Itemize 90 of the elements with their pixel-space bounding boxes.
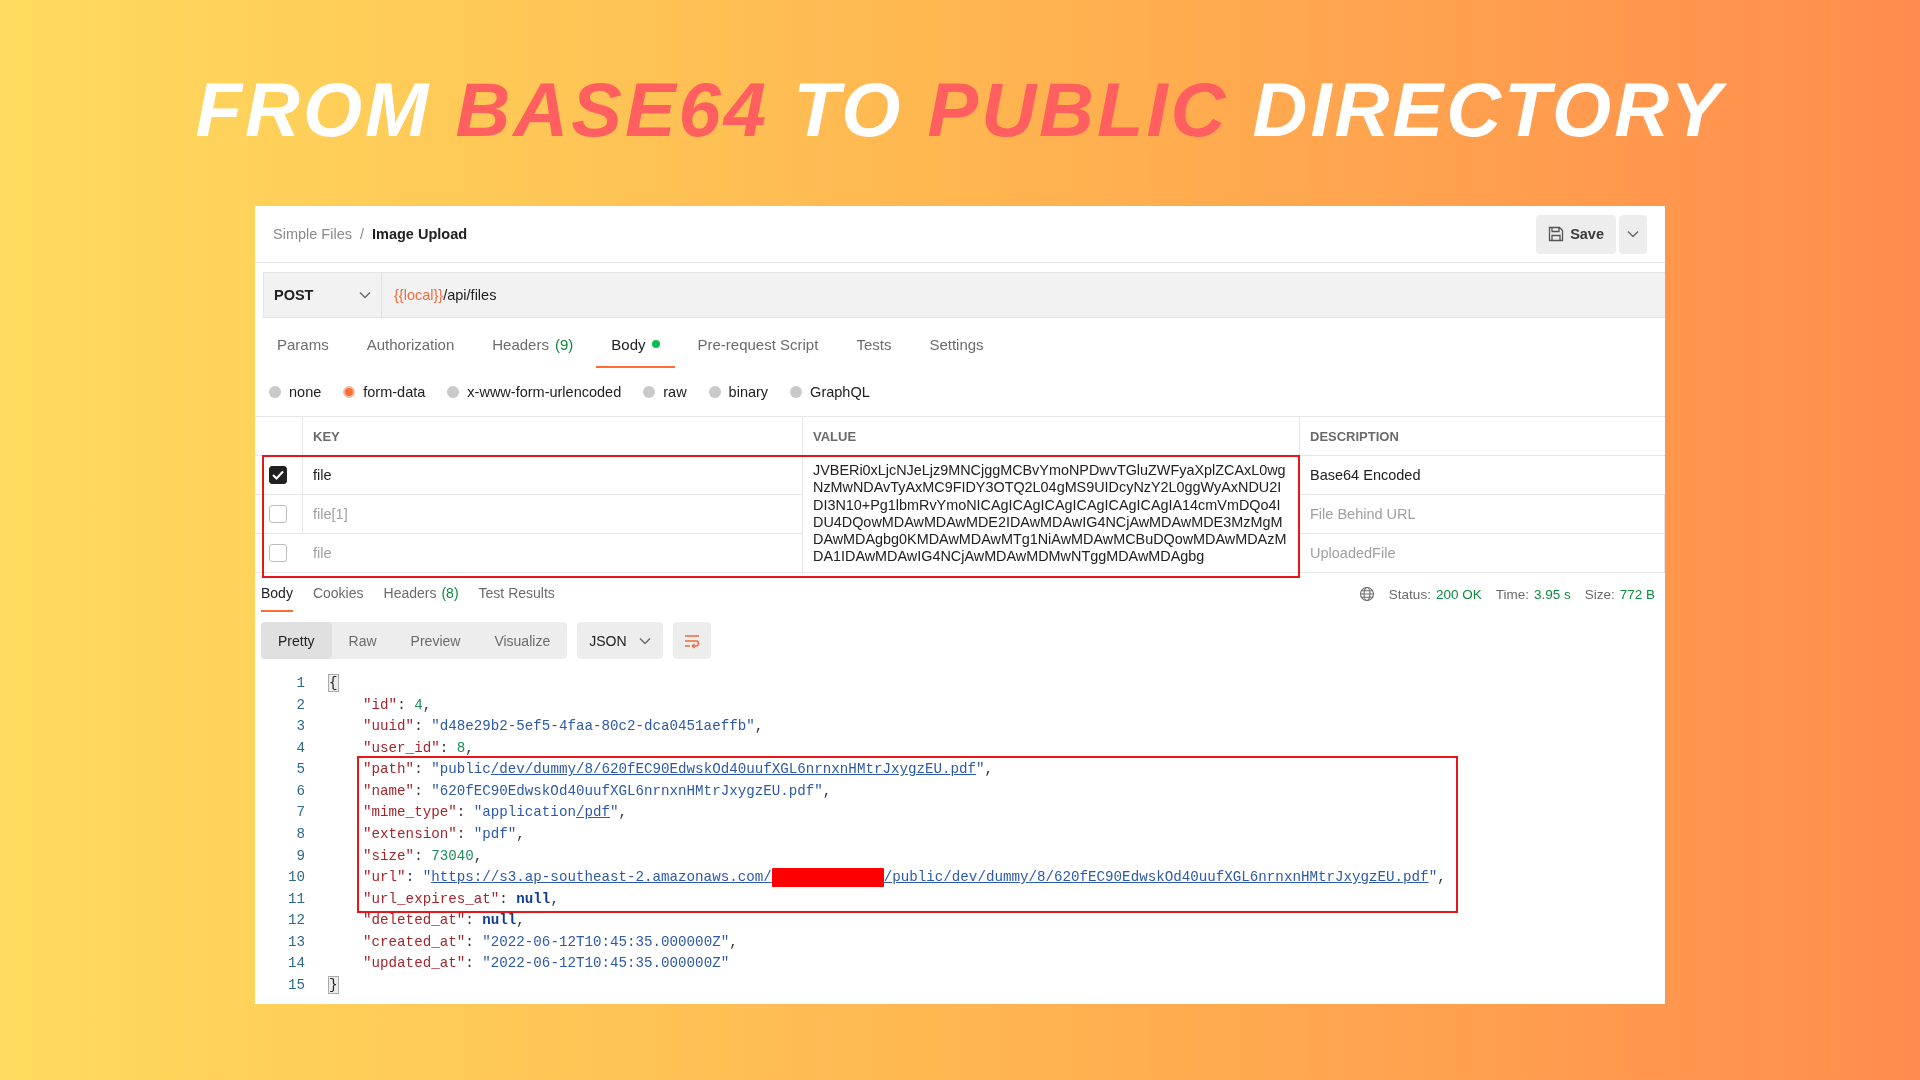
- view-mode-button[interactable]: Raw: [331, 622, 394, 659]
- column-header: VALUE: [803, 417, 1300, 456]
- code-text: "url": "https://s3.ap-southeast-2.amazonaws.com/: [362, 868, 772, 888]
- status-label: Size:: [1584, 586, 1615, 602]
- code-text: "name": "620fEC90EdwskOd40uufXGL6nrnxnHMtrJxygzEU.pdf",: [362, 781, 832, 801]
- status-value: 772 B: [1619, 586, 1655, 602]
- caret-icon: [1627, 230, 1639, 238]
- breadcrumb-separator: /: [359, 226, 364, 242]
- table-cell: File Behind URL: [1310, 506, 1416, 522]
- table-cell: Base64 Encoded: [1310, 467, 1421, 483]
- radio-button[interactable]: [643, 386, 656, 398]
- request-tab[interactable]: Params: [262, 318, 344, 368]
- checkbox[interactable]: [269, 544, 287, 562]
- save-options-button[interactable]: [1619, 214, 1647, 254]
- globe-icon[interactable]: [1358, 586, 1375, 602]
- save-icon: [1548, 226, 1565, 242]
- table-cell: file[1]: [313, 506, 348, 522]
- code-text: "uuid": "d48e29b2-5ef5-4faa-80c2-dca0451aeffb",: [362, 717, 764, 737]
- request-tab[interactable]: Headers (9): [477, 318, 589, 368]
- line-number: 13: [286, 932, 305, 952]
- code-text: "user_id": 8,: [362, 738, 474, 758]
- response-tab[interactable]: Test Results: [478, 576, 555, 612]
- radio-button[interactable]: [447, 386, 460, 398]
- view-mode-button[interactable]: Preview: [393, 622, 478, 659]
- code-text: "extension": "pdf",: [362, 824, 525, 844]
- response-tab[interactable]: Cookies: [312, 576, 364, 612]
- radio-label[interactable]: GraphQL: [810, 384, 870, 400]
- format-dropdown[interactable]: JSON: [577, 622, 663, 659]
- code-text: {: [329, 674, 338, 693]
- radio-button[interactable]: [790, 386, 803, 398]
- line-number: 3: [295, 717, 305, 737]
- request-title: Image Upload: [372, 226, 468, 242]
- radio-label[interactable]: raw: [663, 384, 687, 400]
- table-cell: JVBERi0xLjcNJeLjz9MNCjggMCBvYmoNPDwvTGluZWFyaXplZCAxL0wgNzMwNDAvTyAxMC9FIDY3OTQ2L04gMS9UIDcyNzY2L0ggWyAxNDU2IDI3N10+Pg1lbmRvYmoNICAgICAgICAgICAgICAgICAgIA14cmVmDQo4IDU4DQowMDAwMDAwMDE2IDAwMDAwIG4NCjAwMDAwMDE3MzMgMDAwMDAgbg0KMDAwMDAwMTg1NiAwMDAwMCBuDQowMDAwMDAzMDA1IDAwMDAwIG4NCjAwMDAwMDMwNTggMDAwMDAgbg: [813, 462, 1287, 566]
- radio-label[interactable]: binary: [728, 384, 769, 400]
- wrap-lines-button[interactable]: [672, 622, 711, 659]
- column-header: DESCRIPTION: [1300, 417, 1665, 456]
- code-text: "url_expires_at": null,: [362, 889, 559, 909]
- table-cell: UploadedFile: [1310, 545, 1396, 561]
- line-number: 6: [295, 781, 305, 801]
- code-text: "path": "public/dev/dummy/8/620fEC90EdwskOd40uufXGL6nrnxnHMtrJxygzEU.pdf",: [362, 760, 994, 780]
- code-text: /public/dev/dummy/8/620fEC90EdwskOd40uufXGL6nrnxnHMtrJxygzEU.pdf",: [883, 868, 1446, 888]
- code-text: "deleted_at": null,: [362, 911, 525, 931]
- response-tab[interactable]: Body: [261, 576, 293, 612]
- line-number: 12: [286, 911, 305, 931]
- line-number: 14: [286, 954, 305, 974]
- line-number: 15: [286, 975, 305, 995]
- radio-label[interactable]: form-data: [363, 384, 426, 400]
- code-text: "created_at": "2022-06-12T10:45:35.000000Z",: [362, 932, 738, 952]
- line-number: 11: [286, 889, 305, 909]
- request-tab[interactable]: Pre-request Script: [682, 318, 834, 368]
- code-text: "mime_type": "application/pdf",: [362, 803, 627, 823]
- line-number: 7: [295, 803, 305, 823]
- status-value: 200 OK: [1435, 586, 1482, 602]
- line-number: 10: [286, 868, 305, 888]
- request-tab[interactable]: Authorization: [351, 318, 470, 368]
- line-number: 8: [295, 824, 305, 844]
- radio-button[interactable]: [343, 386, 356, 398]
- line-number: 2: [295, 695, 305, 715]
- radio-label[interactable]: x-www-form-urlencoded: [467, 384, 622, 400]
- save-button[interactable]: Save: [1536, 214, 1616, 254]
- breadcrumb-link[interactable]: Simple Files: [273, 226, 352, 242]
- caret-icon: [638, 636, 651, 645]
- status-value: 3.95 s: [1533, 586, 1571, 602]
- wrap-icon: [682, 632, 701, 649]
- request-tab[interactable]: Settings: [914, 318, 999, 368]
- column-header: KEY: [303, 417, 803, 456]
- table-cell: file: [313, 545, 332, 561]
- headline: FROM BASE64 TO PUBLIC DIRECTORY: [195, 66, 1725, 154]
- radio-button[interactable]: [708, 386, 721, 398]
- line-number: 9: [295, 846, 305, 866]
- code-text: }: [329, 975, 338, 995]
- table-cell: file: [313, 467, 332, 483]
- checkbox[interactable]: [269, 466, 287, 484]
- view-mode-button[interactable]: Pretty: [261, 622, 332, 659]
- radio-button[interactable]: [269, 386, 281, 398]
- checkbox[interactable]: [269, 505, 287, 523]
- status-label: Time:: [1495, 586, 1529, 602]
- response-tab[interactable]: Headers (8): [383, 576, 459, 612]
- code-text: "size": 73040,: [362, 846, 483, 866]
- code-text: "id": 4,: [362, 695, 432, 715]
- line-number: 1: [295, 674, 305, 693]
- request-tab[interactable]: Body: [596, 318, 675, 368]
- code-text: "updated_at": "2022-06-12T10:45:35.000000Z": [362, 954, 730, 974]
- view-mode-button[interactable]: Visualize: [477, 622, 568, 659]
- radio-label[interactable]: none: [289, 384, 322, 400]
- line-number: 5: [295, 760, 305, 780]
- status-label: Status:: [1388, 586, 1431, 602]
- line-number: 4: [295, 738, 305, 758]
- request-tab[interactable]: Tests: [841, 318, 907, 368]
